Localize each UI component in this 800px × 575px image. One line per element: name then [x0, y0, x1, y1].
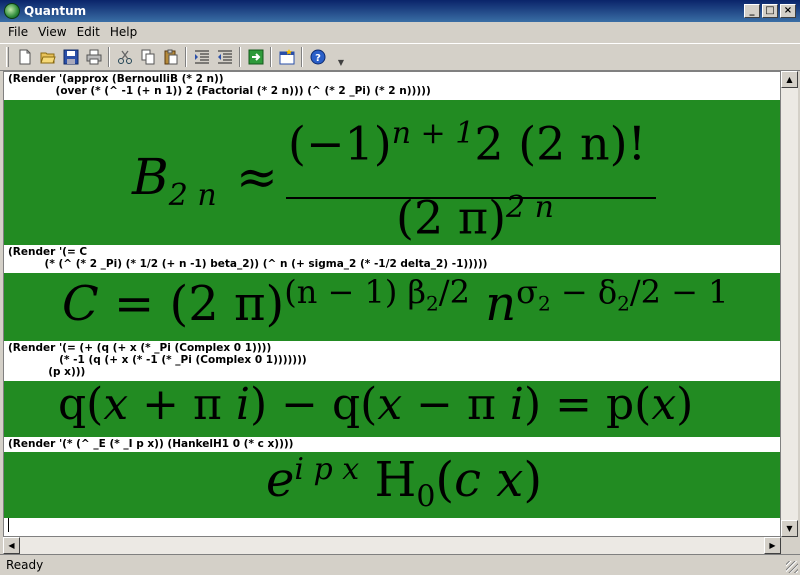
toolbar-overflow-chevron-icon[interactable]: ▼	[335, 47, 347, 67]
scroll-down-arrow-icon[interactable]: ▼	[781, 520, 798, 537]
menu-edit[interactable]: Edit	[72, 24, 105, 40]
math-relation: =	[114, 276, 155, 332]
math-denominator: (2 π)2 n	[396, 190, 554, 244]
toolbar-separator	[301, 47, 303, 67]
status-bar: Ready	[0, 554, 800, 575]
render-output-2: C = (2 π)(n − 1) β2/2 nσ2 − δ2/2 − 1	[4, 273, 780, 341]
math-relation: ≈	[236, 148, 278, 206]
render-output-1: B2 n ≈ (−1)n + 12 (2 n)! (2 π)2 n	[4, 100, 780, 245]
cut-scissors-icon[interactable]	[113, 46, 136, 68]
math-base: (2 π)	[396, 190, 507, 245]
save-disk-icon[interactable]	[59, 46, 82, 68]
window-controls: _ □ ×	[744, 4, 796, 18]
scroll-up-arrow-icon[interactable]: ▲	[781, 71, 798, 88]
math-subscript: 0	[416, 479, 436, 515]
math-exponent: i p x	[294, 452, 360, 487]
scroll-left-arrow-icon[interactable]: ◀	[3, 537, 20, 554]
close-button[interactable]: ×	[780, 4, 796, 18]
new-document-icon[interactable]	[13, 46, 36, 68]
maximize-button[interactable]: □	[762, 4, 778, 18]
toolbar-separator	[108, 47, 110, 67]
print-icon[interactable]	[82, 46, 105, 68]
outdent-icon[interactable]	[213, 46, 236, 68]
math-lhs: B2 n	[132, 148, 217, 213]
help-icon[interactable]: ?	[306, 46, 329, 68]
scrollbar-corner	[781, 537, 798, 554]
math-expression: ei p x H0(c x)	[266, 452, 543, 515]
math-numerator: (−1)n + 12 (2 n)!	[288, 116, 646, 170]
menu-bar: File View Edit Help	[0, 22, 800, 42]
title-bar[interactable]: Quantum _ □ ×	[0, 0, 800, 22]
indent-icon[interactable]	[190, 46, 213, 68]
menu-view[interactable]: View	[33, 24, 71, 40]
vertical-scrollbar[interactable]: ▲ ▼	[781, 71, 798, 537]
menu-file[interactable]: File	[3, 24, 33, 40]
window-title: Quantum	[24, 4, 87, 18]
math-symbol: B	[132, 148, 169, 206]
evaluate-arrow-icon[interactable]	[244, 46, 267, 68]
toolbar-separator	[239, 47, 241, 67]
toolbar-grip[interactable]	[6, 47, 9, 67]
math-symbol: C	[62, 276, 99, 332]
math-exponent: n + 1	[391, 116, 475, 151]
math-exponent: 2 n	[506, 190, 554, 225]
text-cursor	[8, 518, 9, 532]
math-expression: q(x + π i) − q(x − π i) = p(x)	[58, 381, 694, 430]
math-symbol: n	[485, 276, 517, 332]
resize-grip-icon[interactable]	[786, 561, 798, 573]
toolbar-separator	[185, 47, 187, 67]
copy-icon[interactable]	[136, 46, 159, 68]
paste-icon[interactable]	[159, 46, 182, 68]
math-expression: C = (2 π)(n − 1) β2/2 nσ2 − δ2/2 − 1	[62, 273, 729, 332]
math-function: H	[374, 452, 417, 508]
scroll-right-arrow-icon[interactable]: ▶	[764, 537, 781, 554]
render-output-3: q(x + π i) − q(x − π i) = p(x)	[4, 381, 780, 437]
minimize-button[interactable]: _	[744, 4, 760, 18]
math-exponent: (n − 1) β2/2	[284, 273, 470, 316]
code-cell-1[interactable]: (Render '(approx (BernoulliB (* 2 n)) (o…	[4, 72, 780, 100]
math-rest: 2 (2 n)!	[474, 116, 647, 171]
math-base: (−1)	[288, 116, 392, 171]
math-base: (2 π)	[169, 276, 285, 332]
code-cell-4[interactable]: (Render '(* (^ _E (* _I p x)) (HankelH1 …	[4, 437, 780, 452]
horizontal-scrollbar[interactable]: ◀ ▶	[3, 537, 781, 554]
menu-help[interactable]: Help	[105, 24, 142, 40]
code-cell-3[interactable]: (Render '(= (+ (q (+ x (* _Pi (Complex 0…	[4, 341, 780, 381]
new-window-icon[interactable]	[275, 46, 298, 68]
math-exponent: σ2 − δ2/2 − 1	[516, 273, 729, 316]
app-globe-icon	[4, 3, 20, 19]
math-subscript: 2 n	[168, 178, 217, 213]
document-area[interactable]: (Render '(approx (BernoulliB (* 2 n)) (o…	[3, 71, 781, 537]
render-output-4: ei p x H0(c x)	[4, 452, 780, 518]
code-cell-2[interactable]: (Render '(= C (* (^ (* 2 _Pi) (* 1/2 (+ …	[4, 245, 780, 273]
svg-text:?: ?	[315, 53, 321, 64]
open-folder-icon[interactable]	[36, 46, 59, 68]
toolbar-separator	[270, 47, 272, 67]
status-text: Ready	[6, 558, 44, 572]
math-symbol: e	[266, 452, 295, 508]
toolbar: ? ▼	[0, 43, 800, 71]
